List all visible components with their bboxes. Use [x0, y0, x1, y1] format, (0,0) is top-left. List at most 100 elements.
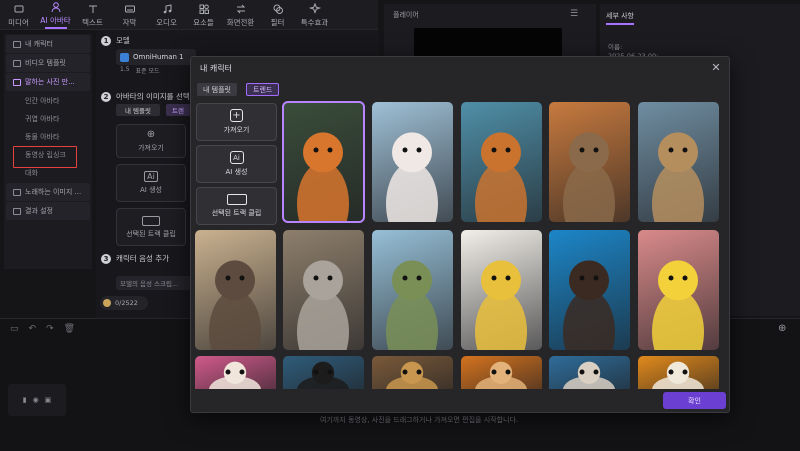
main-toolbar: 미디어 AI 아바타 텍스트 자막 오디오 요소들 화면전환 필터 특수효과 [0, 0, 378, 30]
plus-icon: ⊕ [146, 129, 156, 140]
lock-icon[interactable]: ▣ [45, 396, 52, 404]
sloth-image[interactable] [549, 102, 630, 222]
voice-script-input[interactable]: 모델의 음성 스크립... [116, 276, 192, 290]
elements-icon [199, 4, 209, 14]
sidebar-item-talking-photo[interactable]: 말하는 사진 만... [6, 73, 90, 91]
animal-figure [652, 361, 704, 389]
meerkat-image[interactable] [638, 102, 719, 222]
step-3-title: 3 캐릭터 음성 추가 [101, 253, 169, 264]
mute-icon[interactable]: ▮ [23, 396, 27, 404]
tab-details[interactable]: 세부 사항 [606, 11, 634, 25]
step2-tab-template[interactable]: 내 템플릿 [116, 104, 160, 116]
toolbar-item-filter[interactable]: 필터 [259, 0, 296, 30]
animal-figure [475, 260, 527, 350]
toolbar-item-ai-avatar[interactable]: AI 아바타 [37, 0, 74, 30]
animal-figure [563, 361, 615, 389]
step2-import-button[interactable]: ⊕ 가져오기 [116, 124, 186, 158]
toolbar-item-text[interactable]: 텍스트 [74, 0, 111, 30]
player-preview [414, 28, 562, 58]
character-image-grid [191, 57, 731, 389]
delete-icon[interactable]: 🗑 [64, 324, 75, 334]
step2-tab-trend[interactable]: 트렌 [166, 104, 190, 116]
turtle-image[interactable] [372, 230, 453, 350]
animal-figure [563, 260, 615, 350]
duckling-image[interactable] [638, 230, 719, 350]
toolbar-item-media[interactable]: 미디어 [0, 0, 37, 30]
transition-icon [236, 4, 245, 13]
sidebar-item-animal-avatar[interactable]: 동물 아바타 [4, 128, 92, 146]
media-icon [14, 5, 23, 12]
animal-figure [209, 260, 261, 350]
animal-figure [563, 132, 615, 222]
sidebar-item-my-character[interactable]: 내 캐릭터 [6, 35, 90, 53]
player-title: 플레이어 [393, 11, 419, 19]
clip-icon [142, 215, 160, 226]
add-track-icon[interactable]: ⊕ [778, 323, 786, 334]
toolbar-item-elements[interactable]: 요소들 [185, 0, 222, 30]
sheep-image[interactable] [638, 356, 719, 389]
sidebar-item-human-avatar[interactable]: 인간 아바타 [4, 92, 92, 110]
toolbar-item-audio[interactable]: 오디오 [148, 0, 185, 30]
result-icon [13, 207, 21, 215]
animal-figure [386, 132, 438, 222]
llama-image[interactable] [195, 356, 276, 389]
photo-icon [13, 78, 21, 86]
otter-image[interactable] [195, 230, 276, 350]
effects-icon [308, 2, 321, 14]
step-1-title: 1 모델 [101, 35, 130, 46]
toolbar-item-label: 특수효과 [300, 17, 329, 27]
redo-icon[interactable]: ↷ [46, 324, 54, 334]
music-image-icon [13, 188, 21, 196]
step-2-title: 2 아바타의 이미지를 선택... [101, 91, 197, 102]
hamster-in-hoodie-image[interactable] [461, 230, 542, 350]
animal-figure [475, 361, 527, 389]
coin-icon [103, 299, 111, 307]
toolbar-item-label: 화면전환 [226, 17, 255, 27]
animal-figure [386, 361, 438, 389]
toolbar-item-effects[interactable]: 특수효과 [296, 0, 333, 30]
animal-figure [297, 260, 349, 350]
toolbar-item-label: 오디오 [156, 17, 177, 27]
white-cat-image[interactable] [372, 102, 453, 222]
undo-icon[interactable]: ↶ [29, 324, 37, 334]
goat-image[interactable] [549, 356, 630, 389]
dog-image[interactable] [549, 230, 630, 350]
detail-label: 이름: [608, 43, 623, 51]
sidebar-item-video-template[interactable]: 비디오 템플릿 [6, 54, 90, 72]
timeline-hint: 여기까지 동영상, 사진을 드래그하거나 가져오면 편집을 시작합니다. [320, 416, 519, 424]
fox-character-image[interactable] [282, 101, 365, 223]
video-icon [13, 59, 21, 67]
owl-in-hat-image[interactable] [461, 102, 542, 222]
confirm-button[interactable]: 확인 [663, 392, 726, 409]
animal-figure [652, 260, 704, 350]
cat-sunglasses-image[interactable] [461, 356, 542, 389]
model-chip-version: 1.5 [120, 66, 130, 73]
toolbar-item-label: 텍스트 [82, 17, 103, 27]
timeline-tools: ▭ ↶ ↷ 🗑 [10, 324, 75, 334]
sidebar-item-result[interactable]: 결과 설정 [6, 202, 90, 220]
model-chip-mode: 표준 모드 [135, 68, 160, 75]
sidebar-item-cute-avatar[interactable]: 귀엽 아바타 [4, 110, 92, 128]
step2-track-clip-button[interactable]: 선택된 트랙 클립 [116, 208, 186, 246]
bee-image[interactable] [283, 356, 364, 389]
koala-image[interactable] [283, 230, 364, 350]
eye-icon[interactable]: ◉ [33, 396, 39, 404]
sidebar-item-singing-image[interactable]: 노래하는 이미지 ... [6, 183, 90, 201]
toolbar-item-transition[interactable]: 화면전환 [222, 0, 259, 30]
filter-icon [273, 4, 283, 14]
track-icon[interactable]: ▭ [10, 324, 19, 334]
cheetah-image[interactable] [372, 356, 453, 389]
ai-avatar-icon [51, 2, 60, 13]
subtitle-icon [124, 5, 135, 12]
model-chips: 1.5 표준 모드 [120, 66, 160, 75]
toolbar-item-label: 자막 [122, 17, 137, 27]
menu-icon[interactable]: ☰ [570, 9, 578, 19]
toolbar-item-label: AI 아바타 [40, 16, 71, 25]
toolbar-item-subtitle[interactable]: 자막 [111, 0, 148, 30]
animal-figure [209, 361, 261, 389]
highlight-box [13, 146, 77, 168]
toolbar-item-label: 요소들 [193, 17, 214, 27]
step2-ai-generate-button[interactable]: Ai AI 생성 [116, 164, 186, 202]
track-controls: ▮ ◉ ▣ [8, 384, 66, 416]
model-select[interactable]: OmniHuman 1 [116, 49, 196, 65]
